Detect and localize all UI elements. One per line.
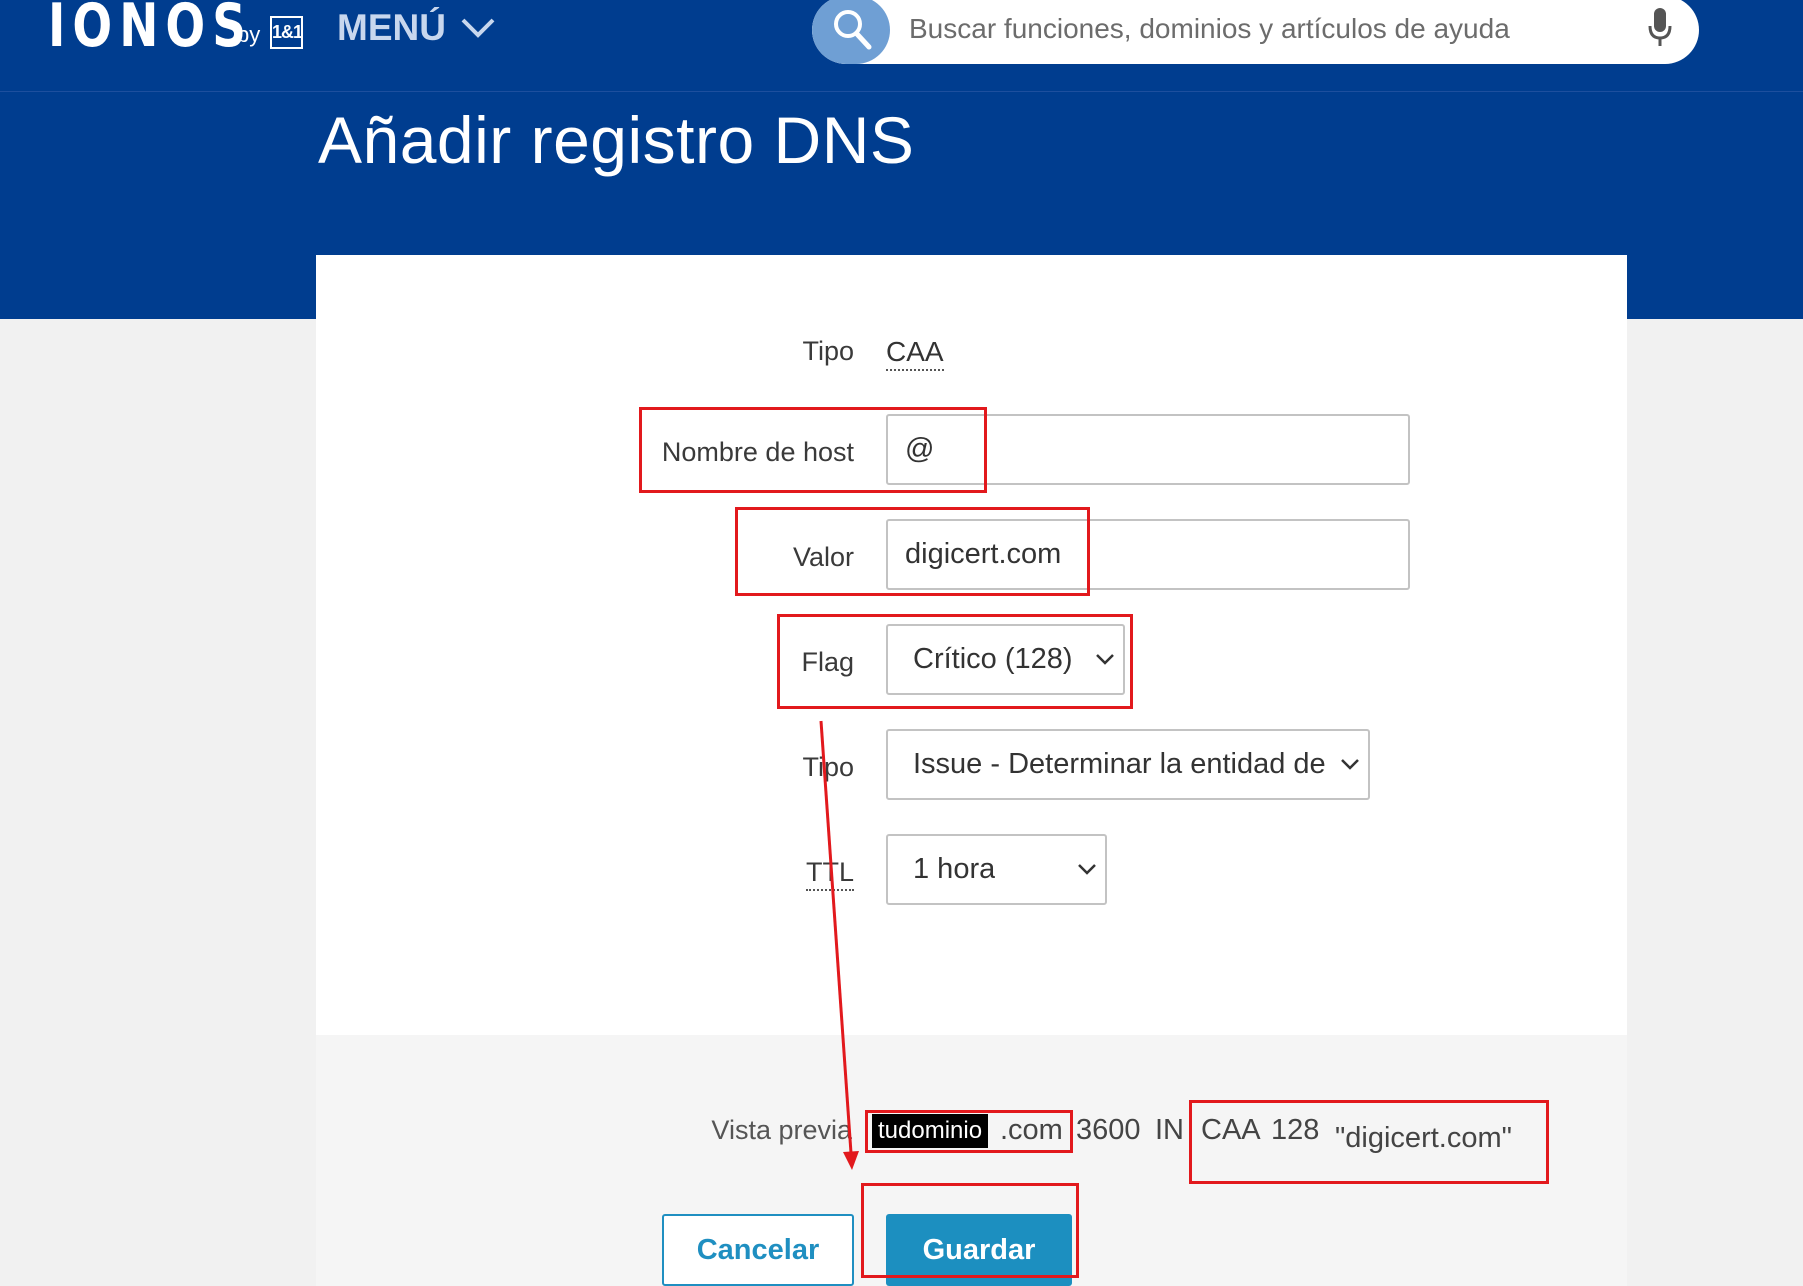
preview-type: CAA xyxy=(1201,1114,1261,1146)
ionos-logo[interactable]: IONOS xyxy=(48,0,253,58)
flag-selected-value: Crítico (128) xyxy=(913,643,1073,675)
hostname-input[interactable] xyxy=(886,414,1410,485)
preview-domain-masked: tudominio xyxy=(872,1114,989,1148)
caa-tag-selected-value: Issue - Determinar la entidad de xyxy=(913,748,1326,780)
main-menu-button[interactable]: MENÚ xyxy=(337,6,496,50)
search-bar xyxy=(812,0,1699,64)
menu-label: MENÚ xyxy=(337,7,446,48)
cancel-button[interactable]: Cancelar xyxy=(662,1214,854,1286)
ttl-selected-value: 1 hora xyxy=(913,853,996,885)
flag-select[interactable]: Crítico (128) xyxy=(886,624,1125,695)
logo-1and1-mark: 1&1 xyxy=(270,16,303,49)
caa-tag-label: Tipo xyxy=(802,752,854,782)
preview-flag: 128 xyxy=(1271,1114,1320,1146)
chevron-down-icon xyxy=(1096,654,1114,665)
page-title: Añadir registro DNS xyxy=(318,103,915,177)
microphone-icon[interactable] xyxy=(1648,8,1672,48)
preview-value: "digicert.com" xyxy=(1335,1122,1512,1154)
flag-label: Flag xyxy=(801,647,854,677)
preview-label: Vista previa xyxy=(711,1115,852,1145)
search-button[interactable] xyxy=(812,0,890,64)
value-label: Valor xyxy=(792,542,854,572)
ttl-label-text: TTL xyxy=(805,857,854,891)
record-type-label: Tipo xyxy=(802,336,854,366)
top-navigation-bar: IONOS by 1&1 MENÚ xyxy=(0,0,1803,92)
save-button[interactable]: Guardar xyxy=(886,1214,1072,1286)
ttl-label: TTL xyxy=(554,855,854,891)
logo-by-text: by xyxy=(237,22,261,47)
search-input[interactable] xyxy=(907,4,1631,54)
hostname-label: Nombre de host xyxy=(661,437,854,467)
chevron-down-icon xyxy=(1078,864,1096,875)
record-type-value-text: CAA xyxy=(886,336,944,371)
preview-class: IN xyxy=(1155,1114,1184,1146)
chevron-down-icon xyxy=(461,18,495,38)
value-input[interactable] xyxy=(886,519,1410,590)
caa-tag-select[interactable]: Issue - Determinar la entidad de xyxy=(886,729,1370,800)
chevron-down-icon xyxy=(1341,759,1359,770)
record-type-value: CAA xyxy=(886,334,944,371)
preview-domain-suffix: .com xyxy=(1000,1114,1063,1146)
ttl-select[interactable]: 1 hora xyxy=(886,834,1107,905)
preview-ttl: 3600 xyxy=(1076,1114,1141,1146)
search-icon xyxy=(834,10,872,50)
